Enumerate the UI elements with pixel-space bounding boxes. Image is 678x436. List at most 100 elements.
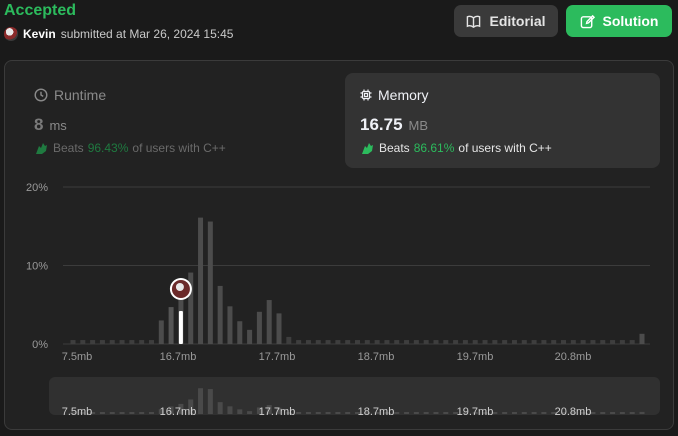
avatar[interactable]	[4, 27, 18, 41]
minimap-tick-label: 7.5mb	[62, 406, 93, 418]
minimap-bar	[413, 412, 419, 414]
chart-bar	[453, 340, 459, 344]
chart-bar	[374, 340, 380, 344]
chart-bar	[139, 340, 145, 344]
minimap-bar	[296, 412, 302, 414]
chart-bar	[305, 340, 311, 344]
book-icon	[467, 15, 481, 28]
chart-bar	[639, 333, 645, 344]
chart-bar	[315, 340, 321, 344]
chart-bar	[99, 340, 105, 344]
submitted-text: submitted at Mar 26, 2024 15:45	[60, 27, 234, 41]
chart-bar	[551, 340, 557, 344]
memory-distribution-chart[interactable]: 20% 10% 0% 7.5mb 16.7mb 17.7mb 18.7mb 19.7mb 20.…	[5, 61, 673, 429]
x-tick-label: 20.8mb	[555, 351, 592, 363]
minimap-bar	[109, 412, 115, 414]
chart-bar	[355, 340, 360, 344]
chart-bar	[247, 329, 253, 344]
chart-bar	[590, 340, 596, 344]
minimap-bar	[305, 412, 311, 414]
chart-bar	[217, 285, 223, 344]
chart-bar	[345, 340, 351, 344]
edit-icon	[580, 14, 595, 28]
x-tick-label: 18.7mb	[358, 351, 395, 363]
chart-bar	[335, 340, 341, 344]
solution-button[interactable]: Solution	[566, 5, 672, 37]
chart-bar	[80, 340, 86, 344]
minimap-tick-label: 19.7mb	[457, 406, 494, 418]
chart-bar	[610, 340, 616, 344]
chart-bar	[227, 306, 233, 344]
minimap-bar	[521, 412, 527, 414]
chart-bar	[600, 340, 606, 344]
minimap-bar	[119, 412, 125, 414]
minimap-tick-label: 17.7mb	[259, 406, 296, 418]
minimap-bar	[502, 412, 508, 414]
minimap-bar	[433, 412, 439, 414]
minimap-tick-label: 18.7mb	[358, 406, 395, 418]
chart-bar	[521, 340, 527, 344]
minimap-bar	[423, 412, 429, 414]
submission-status: Accepted	[4, 2, 77, 19]
minimap-bar	[619, 412, 625, 414]
chart-bar	[462, 340, 468, 344]
minimap-bar	[237, 409, 243, 414]
chart-bar	[286, 336, 292, 344]
minimap-bar	[610, 412, 616, 414]
chart-bar	[266, 300, 272, 344]
submission-info: Kevin submitted at Mar 26, 2024 15:45	[4, 27, 233, 41]
y-tick-label: 0%	[32, 339, 48, 351]
chart-bar	[629, 340, 635, 344]
chart-bar	[570, 340, 576, 344]
minimap-tick-label: 20.8mb	[555, 406, 592, 418]
your-submission-bar	[178, 311, 183, 344]
minimap-bar	[394, 412, 400, 414]
x-tick-label: 17.7mb	[259, 351, 296, 363]
minimap-bar	[629, 412, 635, 414]
minimap-bar	[639, 411, 645, 414]
x-tick-label: 7.5mb	[62, 351, 93, 363]
solution-label: Solution	[602, 13, 659, 29]
chart-bar	[472, 340, 478, 344]
chart-bar	[168, 307, 174, 344]
chart-bar	[423, 340, 429, 344]
editorial-button[interactable]: Editorial	[454, 5, 558, 37]
chart-bar	[70, 340, 76, 344]
chart-bar	[296, 340, 302, 344]
chart-bar	[129, 340, 135, 344]
minimap-bar	[247, 411, 253, 414]
x-tick-label: 19.7mb	[457, 351, 494, 363]
minimap-bar	[443, 412, 449, 414]
minimap-bar	[198, 388, 204, 414]
minimap-bar	[207, 389, 213, 414]
x-tick-label: 16.7mb	[160, 351, 197, 363]
chart-bar	[511, 340, 517, 344]
chart-bar	[256, 311, 262, 344]
minimap-bar	[335, 412, 341, 414]
minimap-tick-label: 16.7mb	[160, 406, 197, 418]
minimap-bar	[139, 412, 145, 414]
chart-bar	[492, 340, 498, 344]
chart-bar	[482, 340, 488, 344]
chart-bar	[404, 340, 410, 344]
chart-bar	[207, 221, 213, 344]
y-tick-label: 20%	[26, 182, 48, 194]
editorial-label: Editorial	[489, 13, 546, 29]
submission-avatar-face	[175, 283, 184, 291]
minimap-bar	[600, 412, 606, 414]
chart-bar	[109, 340, 115, 344]
minimap-bar	[217, 402, 223, 414]
chart-bar	[237, 321, 243, 344]
chart-bar	[394, 340, 400, 344]
chart-bar	[384, 340, 390, 344]
minimap-bar	[129, 412, 135, 414]
minimap-bar	[404, 412, 410, 414]
chart-bar	[90, 340, 96, 344]
username[interactable]: Kevin	[23, 27, 56, 41]
stats-panel: Runtime 8 ms Beats 96.43% of users with …	[4, 60, 674, 430]
chart-bar	[502, 340, 508, 344]
chart-bar	[364, 340, 370, 344]
chart-bar	[413, 340, 419, 344]
chart-bar	[198, 217, 204, 344]
minimap-bar	[531, 412, 537, 414]
